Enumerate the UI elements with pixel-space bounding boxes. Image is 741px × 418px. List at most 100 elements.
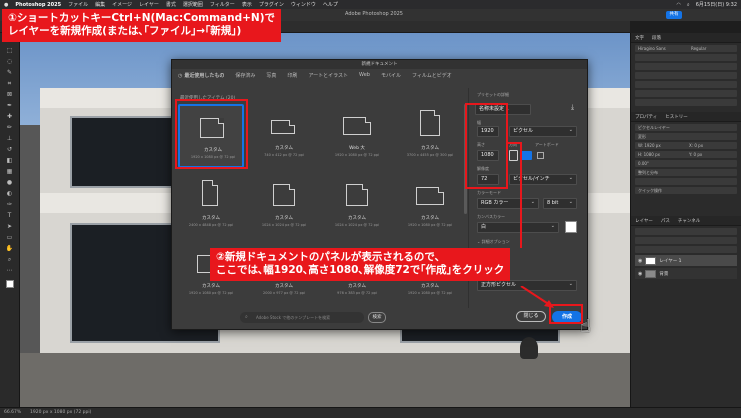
wifi-icon[interactable]: ◠ (677, 2, 681, 8)
tab-mobile[interactable]: モバイル (381, 72, 401, 79)
color-mode-select[interactable]: RGB カラー (477, 198, 539, 209)
font-size-row[interactable] (635, 54, 737, 61)
zoom-tool-icon[interactable]: ⌕ (4, 255, 16, 264)
preset-card[interactable]: Web 大 1920 x 1080 px @ 72 ppi (324, 104, 390, 168)
menu-item-edit[interactable]: 編集 (95, 1, 105, 8)
close-button[interactable]: 閉じる (516, 311, 546, 322)
menu-item-type[interactable]: 書式 (166, 1, 176, 8)
lock-row[interactable] (635, 246, 737, 253)
width-unit-select[interactable]: ピクセル (509, 126, 577, 137)
tab-saved[interactable]: 保存済み (235, 72, 255, 79)
menu-app-name[interactable]: Photoshop 2025 (15, 2, 61, 8)
tab-channels[interactable]: チャンネル (678, 218, 700, 224)
share-button[interactable]: 共有 (666, 11, 682, 19)
stock-search-button[interactable]: 検索 (368, 312, 386, 323)
layer-row-1[interactable]: ◉ レイヤー 1 (635, 255, 737, 266)
stock-search-input[interactable]: ⌕ Adobe Stock で他のテンプレートを検索 (240, 312, 364, 323)
tab-web[interactable]: Web (359, 72, 370, 79)
tab-photo[interactable]: 写真 (266, 72, 276, 79)
visibility-eye-icon[interactable]: ◉ (638, 271, 642, 277)
quick-actions-header[interactable]: クイック操作 (635, 187, 737, 194)
history-brush-icon[interactable]: ↺ (4, 145, 16, 154)
menu-item-image[interactable]: イメージ (112, 1, 132, 8)
crop-tool-icon[interactable]: ⌗ (4, 79, 16, 88)
marquee-tool-icon[interactable]: ⬚ (4, 46, 16, 55)
hand-tool-icon[interactable]: ✋ (4, 244, 16, 253)
width-readout[interactable]: W: 1920 px X: 0 px (635, 142, 737, 149)
clock[interactable]: 6月15日(日) 9:32 (696, 1, 737, 8)
save-preset-icon[interactable]: ⤓ (571, 103, 574, 112)
blend-mode-row[interactable] (635, 237, 737, 244)
preset-card[interactable]: カスタム 2400 x 4848 px @ 72 ppi (178, 174, 244, 238)
landscape-orientation-icon[interactable] (521, 151, 532, 160)
preset-card[interactable]: カスタム 740 x 412 px @ 72 ppi (251, 104, 317, 168)
gradient-tool-icon[interactable]: ▦ (4, 167, 16, 176)
eraser-tool-icon[interactable]: ◧ (4, 156, 16, 165)
shape-tool-icon[interactable]: ▭ (4, 233, 16, 242)
tab-film-video[interactable]: フィルムとビデオ (412, 72, 452, 79)
stamp-tool-icon[interactable]: ⊥ (4, 134, 16, 143)
eyedropper-tool-icon[interactable]: ✒ (4, 101, 16, 110)
document-name-field[interactable]: 名称未設定 1 (475, 104, 531, 115)
brush-tool-icon[interactable]: ✏ (4, 123, 16, 132)
path-select-icon[interactable]: ➤ (4, 222, 16, 231)
apple-icon[interactable]: ● (4, 2, 8, 8)
tab-print[interactable]: 印刷 (287, 72, 297, 79)
align-header[interactable]: 整列と分布 (635, 169, 737, 176)
menu-item-file[interactable]: ファイル (68, 1, 88, 8)
more-tools-icon[interactable]: ⋯ (4, 266, 16, 275)
lasso-tool-icon[interactable]: ◌ (4, 57, 16, 66)
tab-recent[interactable]: ◷ 最近使用したもの (178, 72, 224, 79)
menu-item-view[interactable]: 表示 (242, 1, 252, 8)
tracking-row[interactable] (635, 63, 737, 70)
menu-item-select[interactable]: 選択範囲 (183, 1, 203, 8)
zoom-level[interactable]: 66.67% (4, 410, 21, 415)
style-row[interactable] (635, 90, 737, 97)
tab-paths[interactable]: パス (661, 218, 670, 224)
height-readout[interactable]: H: 1080 px Y: 0 px (635, 151, 737, 158)
menu-item-filter[interactable]: フィルター (210, 1, 235, 8)
preset-card[interactable]: カスタム 1920 x 1080 px @ 72 ppi (178, 104, 244, 168)
align-buttons[interactable] (635, 178, 737, 185)
preset-scrollbar[interactable] (464, 104, 467, 214)
width-field[interactable]: 1920 (477, 126, 499, 137)
type-tool-icon[interactable]: T (4, 211, 16, 220)
portrait-orientation-icon[interactable] (509, 150, 518, 161)
pen-tool-icon[interactable]: ✑ (4, 200, 16, 209)
color-swatches-icon[interactable] (4, 277, 16, 291)
font-family-select[interactable]: Hiragino Sans Regular (635, 45, 737, 52)
create-button[interactable]: 作成 (552, 311, 582, 323)
tab-character[interactable]: 文字 (635, 35, 644, 41)
menu-item-help[interactable]: ヘルプ (323, 1, 338, 8)
menu-item-window[interactable]: ウィンドウ (291, 1, 316, 8)
advanced-options-toggle[interactable]: ⌄ 詳細オプション (477, 239, 510, 245)
layer-row-background[interactable]: ◉ 背景 (635, 268, 737, 279)
transform-header[interactable]: 変形 (635, 133, 737, 140)
bit-depth-select[interactable]: 8 bit (543, 198, 577, 209)
blur-tool-icon[interactable]: ● (4, 178, 16, 187)
resolution-field[interactable]: 72 (477, 174, 499, 185)
color-row[interactable] (635, 81, 737, 88)
dodge-tool-icon[interactable]: ◐ (4, 189, 16, 198)
language-row[interactable] (635, 99, 737, 106)
preset-card[interactable]: カスタム 1024 x 1024 px @ 72 ppi (251, 174, 317, 238)
search-icon[interactable]: ⌕ (687, 2, 690, 8)
tab-properties[interactable]: プロパティ (635, 114, 657, 120)
artboard-checkbox[interactable] (537, 152, 544, 159)
preset-card[interactable]: カスタム 3700 x 4455 px @ 300 ppi (397, 104, 463, 168)
menu-item-layer[interactable]: レイヤー (139, 1, 159, 8)
frame-tool-icon[interactable]: ⊠ (4, 90, 16, 99)
preset-card[interactable]: カスタム 1024 x 1024 px @ 72 ppi (324, 174, 390, 238)
layer-filter-row[interactable] (635, 228, 737, 235)
tab-history[interactable]: ヒストリー (665, 114, 688, 120)
tab-paragraph[interactable]: 段落 (652, 35, 661, 41)
scale-row[interactable] (635, 72, 737, 79)
tab-layers[interactable]: レイヤー (635, 218, 653, 224)
quick-select-tool-icon[interactable]: ✎ (4, 68, 16, 77)
background-select[interactable]: 白 (477, 222, 559, 233)
tab-art-illustration[interactable]: アートとイラスト (308, 72, 348, 79)
angle-readout[interactable]: 0.00° (635, 160, 737, 167)
height-field[interactable]: 1080 (477, 150, 499, 161)
visibility-eye-icon[interactable]: ◉ (638, 258, 642, 264)
canvas-color-swatch[interactable] (565, 221, 577, 233)
